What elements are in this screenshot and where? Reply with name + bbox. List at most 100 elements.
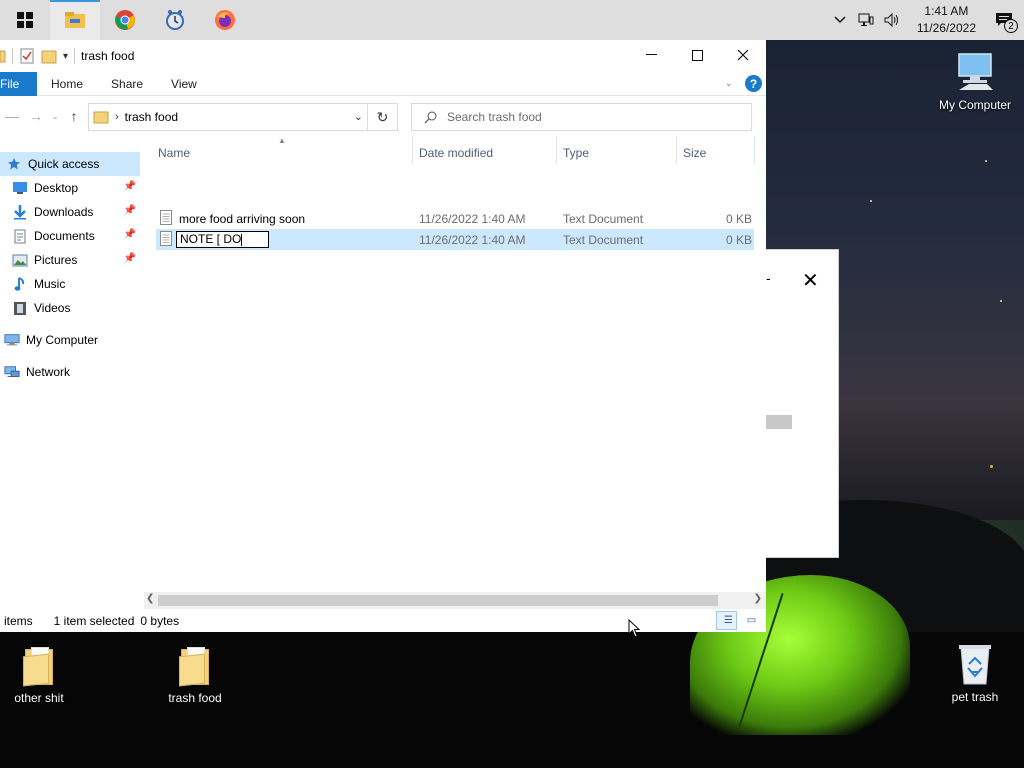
desktop-icon-other[interactable]: other shit	[0, 645, 78, 705]
column-header-size[interactable]: Size	[683, 146, 706, 160]
rename-input[interactable]: NOTE [ DO	[176, 231, 269, 248]
column-header-date[interactable]: Date modified	[419, 146, 493, 160]
title-bar: ▾ trash food	[0, 40, 766, 72]
scroll-right-icon[interactable]: ❯	[754, 593, 762, 604]
column-headers: ▲ Name Date modified Type Size	[154, 136, 755, 170]
videos-icon	[12, 300, 28, 316]
properties-check-icon[interactable]	[19, 48, 35, 64]
file-explorer-window: ▾ trash food File Home Share View ⌄ ? —	[0, 40, 766, 632]
taskbar-chrome[interactable]	[100, 0, 150, 40]
close-button[interactable]	[720, 40, 766, 70]
clock-app-icon	[166, 10, 184, 30]
pin-icon: 📌	[123, 181, 136, 192]
refresh-button[interactable]: ↻	[367, 104, 397, 130]
ribbon-right-controls: ⌄ ?	[725, 75, 762, 92]
column-header-type[interactable]: Type	[563, 146, 589, 160]
column-divider[interactable]	[754, 136, 755, 164]
folder-icon	[179, 645, 211, 687]
taskbar-clock[interactable]: 1:41 AM 11/26/2022	[909, 3, 984, 37]
file-name: more food arriving soon	[179, 212, 306, 226]
up-button[interactable]: ↑	[62, 108, 86, 124]
search-input[interactable]: Search trash food	[447, 110, 542, 124]
column-divider[interactable]	[556, 136, 557, 164]
nav-item-downloads[interactable]: Downloads 📌	[0, 200, 140, 224]
scroll-left-icon[interactable]: ❮	[146, 593, 154, 604]
forward-button[interactable]: →	[24, 108, 48, 124]
chrome-icon	[115, 10, 136, 30]
dialog-minimize-button[interactable]: -	[766, 270, 771, 286]
tab-share[interactable]: Share	[97, 72, 157, 96]
search-box[interactable]: Search trash food	[411, 103, 752, 131]
large-icons-view-button[interactable]: ▭	[739, 611, 760, 630]
qat-divider	[12, 48, 13, 64]
desktop-icon-recycle-bin[interactable]: pet trash	[935, 642, 1015, 704]
nav-my-computer-label: My Computer	[26, 333, 99, 347]
downloads-icon	[12, 204, 28, 220]
tab-home[interactable]: Home	[37, 72, 97, 96]
navigation-pane: Quick access Desktop 📌 Downloads 📌 Docum…	[0, 152, 140, 604]
taskbar-app-clock[interactable]	[150, 0, 200, 40]
breadcrumb-chevron-icon: ›	[115, 111, 119, 123]
recent-locations-button[interactable]: ⌄	[48, 111, 62, 122]
qat-dropdown-icon[interactable]: ▾	[63, 51, 68, 62]
file-row-selected[interactable]: NOTE [ DO 11/26/2022 1:40 AM Text Docume…	[156, 229, 754, 250]
notification-count-badge: 2	[1004, 19, 1018, 33]
maximize-icon	[691, 49, 703, 61]
chevron-up-icon[interactable]	[831, 11, 849, 29]
background-dialog: - ✕	[766, 249, 839, 558]
dialog-progress-bar	[766, 415, 792, 429]
nav-item-videos[interactable]: Videos	[0, 296, 140, 320]
recycle-bin-icon	[959, 645, 991, 685]
desktop-icon-label: trash food	[168, 691, 222, 705]
desktop-icon-my-computer[interactable]: My Computer	[935, 50, 1015, 112]
star	[990, 465, 993, 468]
dialog-close-button[interactable]: ✕	[802, 268, 819, 293]
nav-item-desktop[interactable]: Desktop 📌	[0, 176, 140, 200]
nav-quick-access[interactable]: Quick access	[0, 152, 140, 176]
network-tray-icon[interactable]	[857, 11, 875, 29]
star	[985, 160, 987, 162]
desktop-icon-trash-food[interactable]: trash food	[155, 645, 235, 705]
horizontal-scrollbar[interactable]: ❮ ❯	[144, 592, 766, 609]
minimize-button[interactable]	[628, 40, 674, 70]
scrollbar-thumb[interactable]	[158, 595, 718, 606]
nav-item-documents[interactable]: Documents 📌	[0, 224, 140, 248]
volume-icon[interactable]	[883, 11, 901, 29]
pictures-icon	[12, 252, 28, 268]
nav-my-computer[interactable]: My Computer	[0, 328, 140, 352]
desktop-icon-label: My Computer	[938, 98, 1012, 112]
start-button[interactable]	[0, 0, 50, 40]
pin-icon: 📌	[123, 229, 136, 240]
status-selected: 1 item selected	[53, 614, 135, 628]
column-divider[interactable]	[676, 136, 677, 164]
nav-quick-access-label: Quick access	[28, 157, 100, 171]
action-center-button[interactable]: 2	[992, 8, 1018, 33]
taskbar-file-explorer[interactable]	[50, 0, 100, 40]
new-folder-icon[interactable]	[41, 48, 57, 64]
address-dropdown-icon[interactable]: ⌄	[354, 110, 363, 123]
tab-file[interactable]: File	[0, 71, 37, 96]
column-header-name[interactable]: Name	[158, 146, 190, 160]
clock-date: 11/26/2022	[916, 21, 976, 35]
file-date: 11/26/2022 1:40 AM	[419, 212, 526, 226]
nav-item-label: Music	[34, 277, 66, 291]
help-button[interactable]: ?	[745, 75, 762, 92]
breadcrumb-current[interactable]: trash food	[125, 110, 178, 124]
taskbar-firefox[interactable]	[200, 0, 250, 40]
back-arrow-icon: —	[5, 108, 19, 124]
column-divider[interactable]	[412, 136, 413, 164]
back-button[interactable]: —	[0, 108, 24, 124]
address-bar[interactable]: › trash food ⌄ ↻	[88, 103, 398, 131]
maximize-button[interactable]	[674, 40, 720, 70]
details-view-button[interactable]: ☰	[716, 611, 737, 630]
quick-access-toolbar: ▾	[0, 48, 76, 64]
expand-ribbon-chevron-icon[interactable]: ⌄	[725, 78, 733, 89]
nav-item-pictures[interactable]: Pictures 📌	[0, 248, 140, 272]
file-row[interactable]: more food arriving soon 11/26/2022 1:40 …	[156, 208, 754, 229]
music-icon	[12, 276, 28, 292]
nav-item-music[interactable]: Music	[0, 272, 140, 296]
documents-icon	[12, 228, 28, 244]
nav-network[interactable]: Network	[0, 360, 140, 384]
tab-view[interactable]: View	[157, 72, 211, 96]
window-controls	[628, 40, 766, 70]
